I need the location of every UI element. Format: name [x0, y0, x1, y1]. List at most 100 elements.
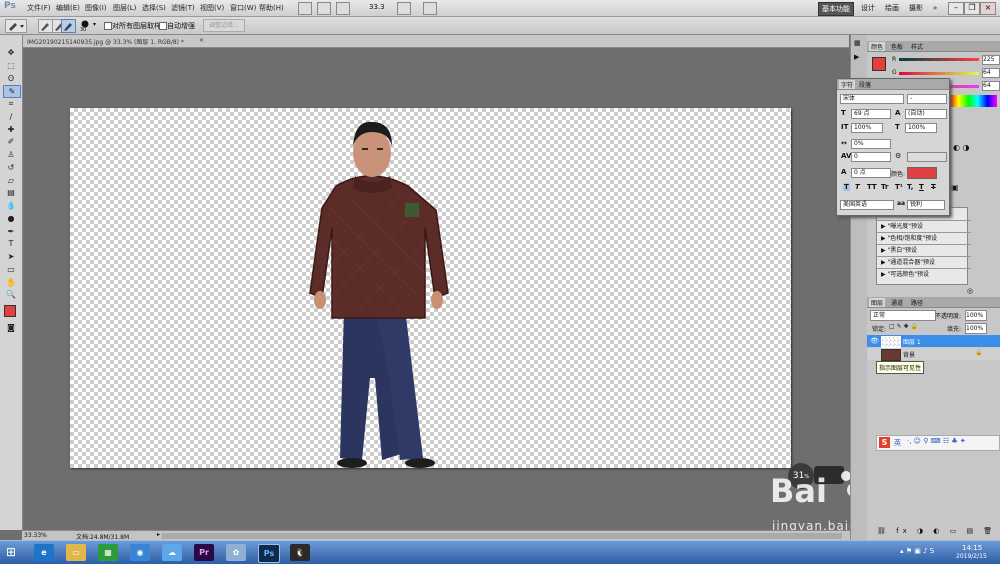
font-size-input[interactable]: 69 点	[851, 109, 891, 119]
eyedropper-tool-icon[interactable]: ∕	[3, 111, 19, 122]
canvas[interactable]	[70, 108, 791, 468]
opacity-input[interactable]: 100%	[965, 310, 987, 321]
workspace-essentials[interactable]: 基本功能	[818, 2, 854, 16]
tool-preset-picker[interactable]	[5, 19, 27, 33]
tab-color[interactable]: 颜色	[869, 42, 886, 51]
tab-channels[interactable]: 通道	[889, 298, 905, 307]
eraser-tool-icon[interactable]: ▱	[3, 175, 19, 186]
antialias-select[interactable]: 锐利	[907, 200, 945, 210]
quick-selection-tool-icon[interactable]: ✎	[3, 85, 21, 98]
list-item[interactable]: ▶ "通道混合器"预设	[877, 257, 971, 269]
clock-date[interactable]: 2019/2/15	[956, 553, 987, 560]
menu-window[interactable]: 窗口(W)	[230, 3, 256, 13]
adjust-icons-row2[interactable]: ▣	[951, 183, 959, 192]
brush-size-icon[interactable]: 30	[80, 20, 92, 33]
photoshop-icon[interactable]: Ps	[258, 544, 280, 563]
workspace-design[interactable]: 设计	[858, 2, 878, 14]
zoom-level[interactable]: 33.3	[369, 3, 385, 11]
browser-icon[interactable]: ◉	[130, 544, 150, 561]
zoom-status[interactable]: 33.33%	[24, 532, 47, 539]
zoom-tool-icon[interactable]: 🔍	[3, 289, 19, 300]
kerning-input[interactable]: 0%	[851, 139, 891, 149]
history-panel-icon[interactable]: ▦	[854, 39, 861, 47]
tray-icons[interactable]: ▴ ⚑ ▣ ♪ S	[900, 547, 934, 555]
blend-mode-select[interactable]: 正常	[870, 310, 936, 321]
layers-footer-icons[interactable]: ⛓ fx ◑ ◐ ▭ ▤ 🗑	[877, 527, 996, 535]
healing-brush-tool-icon[interactable]: ✚	[3, 124, 19, 135]
strikethrough-button[interactable]: T	[931, 183, 936, 191]
tracking-alt-select[interactable]	[907, 152, 947, 162]
workspace-photography[interactable]: 摄影	[906, 2, 926, 14]
auto-enhance-checkbox[interactable]	[159, 22, 167, 30]
b-value[interactable]: 64	[982, 81, 1000, 91]
g-slider[interactable]	[899, 72, 979, 75]
tab-paths[interactable]: 路径	[909, 298, 925, 307]
bridge-icon[interactable]	[298, 2, 312, 15]
leading-input[interactable]: (自动)	[905, 109, 947, 119]
view-extras-icon[interactable]	[336, 2, 350, 15]
ime-toolbar[interactable]: S 英 ·, ☺ ⚲ ⌨ ☷ ♣ ✦	[876, 435, 1000, 451]
hand-tool-icon[interactable]: ✋	[3, 277, 19, 288]
clone-stamp-tool-icon[interactable]: ♙	[3, 149, 19, 160]
marquee-tool-icon[interactable]: ⬚	[3, 60, 19, 71]
gradient-tool-icon[interactable]: ▤	[3, 187, 19, 198]
superscript-button[interactable]: T¹	[895, 183, 903, 191]
g-value[interactable]: 64	[982, 68, 1000, 78]
adjust-footer-icon[interactable]: ◎	[967, 287, 973, 295]
lock-icons[interactable]: □ ✎ ✚ 🔒	[889, 323, 918, 330]
subtract-selection-icon[interactable]	[61, 19, 76, 33]
tab-character[interactable]: 字符	[839, 80, 856, 89]
crop-tool-icon[interactable]: ⌗	[3, 98, 19, 109]
type-tool-icon[interactable]: T	[3, 238, 19, 249]
menu-edit[interactable]: 编辑(E)	[56, 3, 80, 13]
new-selection-icon[interactable]	[38, 19, 53, 33]
text-color-swatch[interactable]	[907, 167, 937, 179]
document-tab[interactable]: IMG20190215140935.jpg @ 33.3% (图层 1, RGB…	[23, 35, 849, 48]
history-brush-tool-icon[interactable]: ↺	[3, 162, 19, 173]
workspace-more[interactable]: »	[930, 2, 940, 14]
arrange-documents-icon[interactable]	[397, 2, 411, 15]
tab-swatches[interactable]: 色板	[889, 42, 905, 51]
workspace-painting[interactable]: 绘画	[882, 2, 902, 14]
color-ramp[interactable]	[949, 95, 997, 107]
pen-tool-icon[interactable]: ✒	[3, 226, 19, 237]
layer-row[interactable]: 背景 🔒	[867, 348, 1000, 361]
font-family-select[interactable]: 宋体	[840, 94, 904, 104]
fill-input[interactable]: 100%	[965, 323, 987, 334]
explorer-icon[interactable]: ▭	[66, 544, 86, 561]
shape-tool-icon[interactable]: ▭	[3, 264, 19, 275]
language-select[interactable]: 美国英语	[840, 200, 894, 210]
actions-panel-icon[interactable]: ▶	[854, 53, 859, 61]
menu-layer[interactable]: 图层(L)	[113, 3, 136, 13]
store-icon[interactable]: ▦	[98, 544, 118, 561]
tab-styles[interactable]: 样式	[909, 42, 925, 51]
faux-italic-button[interactable]: T	[855, 183, 860, 191]
start-button[interactable]: ⊞	[6, 545, 16, 559]
quick-mask-icon[interactable]: ◙	[3, 322, 19, 333]
adjust-icons[interactable]: ◐ ◑	[953, 143, 970, 152]
ime-tool-icons[interactable]: ·, ☺ ⚲ ⌨ ☷ ♣ ✦	[907, 437, 966, 445]
r-value[interactable]: 225	[982, 55, 1000, 65]
layer-name[interactable]: 图层 1	[903, 337, 921, 346]
sample-all-layers-checkbox[interactable]	[104, 22, 112, 30]
menu-filter[interactable]: 滤镜(T)	[171, 3, 195, 13]
cloud-icon[interactable]: ☁	[162, 544, 182, 561]
font-style-select[interactable]: -	[907, 94, 947, 104]
tracking-input[interactable]: 0	[851, 152, 891, 162]
eye-icon[interactable]: 👁	[870, 337, 879, 345]
baseline-input[interactable]: 0 点	[851, 168, 891, 178]
dodge-tool-icon[interactable]: ●	[3, 213, 19, 224]
sogou-icon[interactable]: S	[879, 437, 890, 448]
layer-name[interactable]: 背景	[903, 350, 915, 359]
horizontal-scale-input[interactable]: 100%	[905, 123, 937, 133]
lasso-tool-icon[interactable]: ʘ	[3, 73, 19, 84]
qq-icon[interactable]: 🐧	[290, 544, 310, 561]
minibridge-icon[interactable]	[317, 2, 331, 15]
small-caps-button[interactable]: Tr	[881, 183, 888, 191]
subscript-button[interactable]: T,	[907, 183, 913, 191]
premiere-icon[interactable]: Pr	[194, 544, 214, 561]
foreground-color-swatch[interactable]	[4, 305, 16, 317]
status-menu-icon[interactable]: ▸	[157, 531, 160, 538]
menu-image[interactable]: 图像(I)	[85, 3, 107, 13]
horizontal-scrollbar[interactable]	[162, 533, 842, 539]
